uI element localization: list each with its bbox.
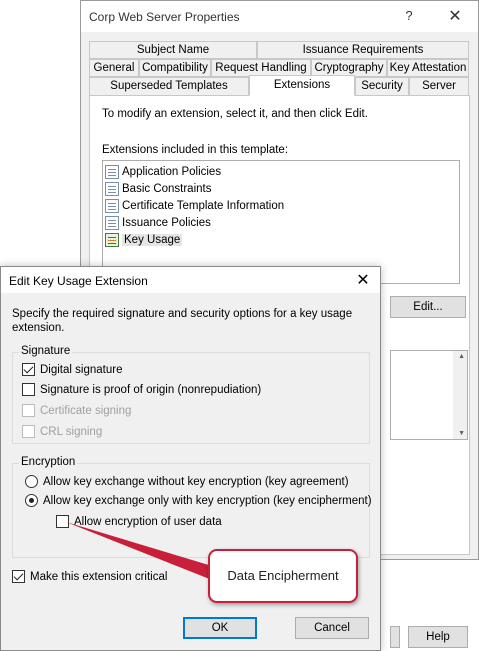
callout-pointer-shape xyxy=(66,522,212,580)
tab-extensions[interactable]: Extensions xyxy=(249,75,355,96)
data-encipherment-callout: Data Encipherment xyxy=(208,549,358,603)
